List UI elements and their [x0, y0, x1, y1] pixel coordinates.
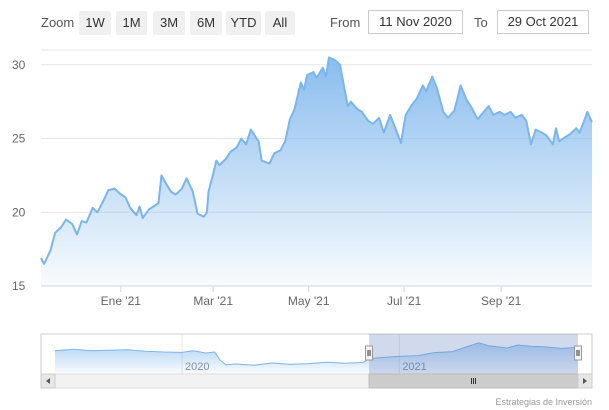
navigator-handle-right[interactable]: [574, 345, 582, 361]
y-tick-label: 20: [12, 205, 26, 219]
x-tick-label: Ene '21: [101, 294, 142, 308]
y-axis: 15 20 25 30: [12, 58, 26, 293]
y-tick-label: 25: [12, 132, 26, 146]
scrollbar[interactable]: [40, 373, 593, 389]
x-axis: Ene '21 Mar '21 May '21 Jul '21 Sep '21: [41, 285, 592, 308]
x-tick-label: Mar '21: [193, 294, 233, 308]
price-area: [41, 57, 592, 287]
stock-chart: 15 20 25 30 Ene '21 Mar '21 May '21 Jul '21 Sep…: [12, 49, 593, 389]
x-tick-label: May '21: [288, 294, 330, 308]
y-tick-label: 15: [12, 279, 26, 293]
credits-link[interactable]: Estrategias de Inversión: [495, 397, 592, 407]
navigator-selection[interactable]: [369, 334, 578, 374]
navigator-handle-left[interactable]: [365, 345, 374, 361]
navigator[interactable]: 20202021: [40, 333, 593, 375]
x-tick-label: Jul '21: [387, 294, 422, 308]
x-tick-label: Sep '21: [481, 294, 522, 308]
y-tick-label: 30: [12, 58, 26, 72]
